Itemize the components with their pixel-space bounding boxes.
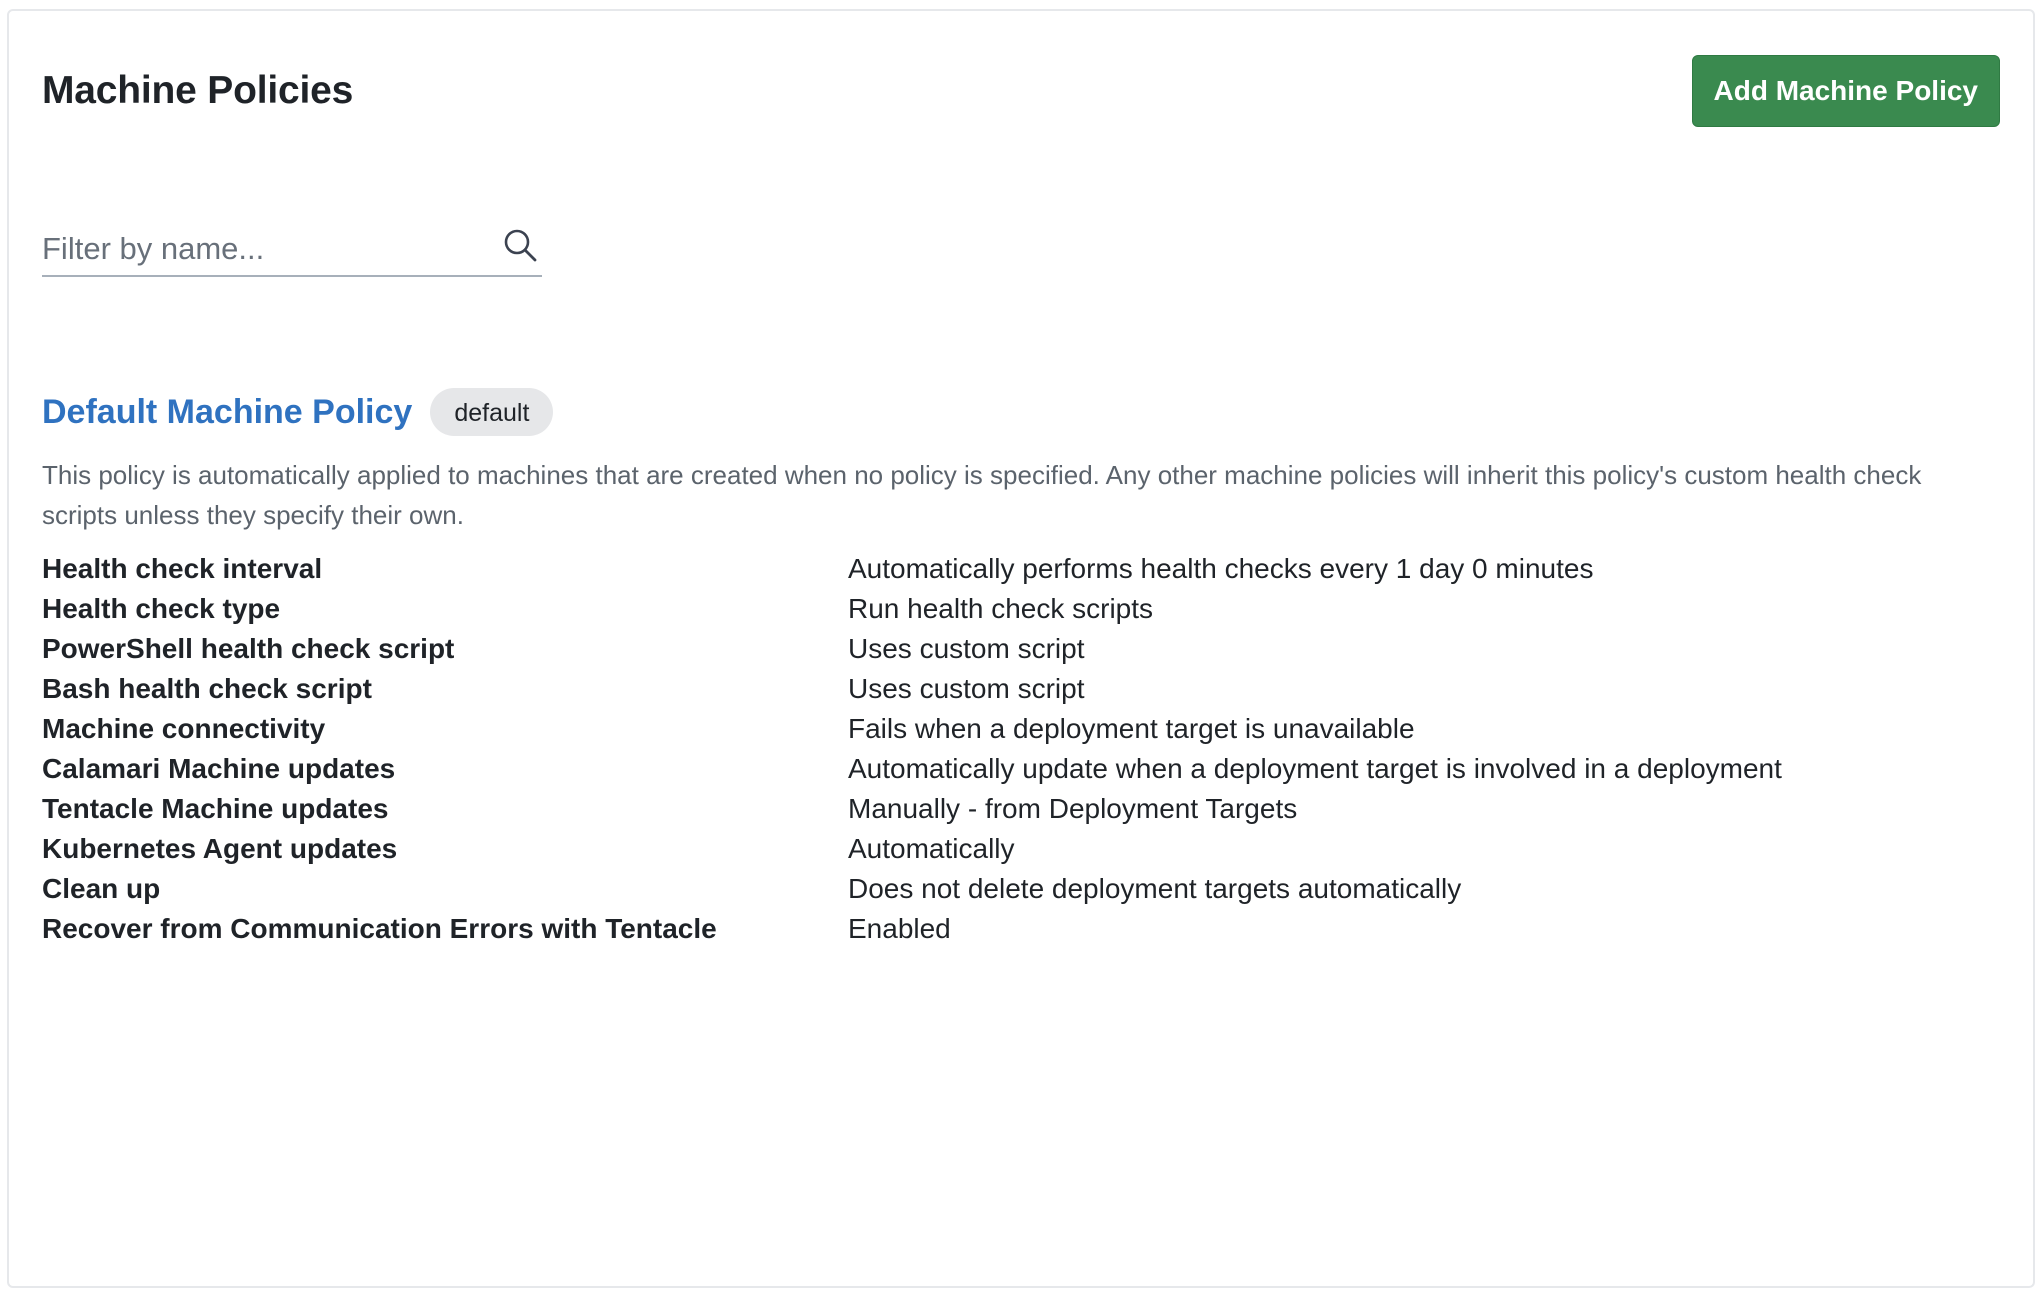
policy-description: This policy is automatically applied to …: [42, 460, 1922, 530]
filter-input[interactable]: [42, 215, 500, 275]
policy-card: Default Machine Policy default This poli…: [42, 385, 1993, 949]
detail-label: Kubernetes Agent updates: [42, 833, 398, 864]
detail-value: Run health check scripts: [848, 593, 1154, 624]
search-icon[interactable]: [500, 225, 540, 265]
detail-value: Uses custom script: [848, 633, 1085, 664]
page-title: Machine Policies: [42, 69, 354, 112]
detail-label: Recover from Communication Errors with T…: [42, 913, 717, 944]
policy-header: Default Machine Policy default: [42, 385, 1993, 439]
detail-label: Health check interval: [42, 553, 323, 584]
detail-value: Manually - from Deployment Targets: [848, 793, 1298, 824]
filter-field: [42, 215, 542, 277]
detail-label: Bash health check script: [42, 673, 372, 704]
detail-label: Clean up: [42, 873, 161, 904]
detail-value: Automatically: [848, 833, 1015, 864]
policy-details: Health check interval Automatically perf…: [42, 549, 1993, 949]
detail-label: Health check type: [42, 593, 281, 624]
detail-label: Calamari Machine updates: [42, 753, 396, 784]
page-header: Machine Policies Add Machine Policy: [42, 51, 2000, 131]
detail-label: PowerShell health check script: [42, 633, 455, 664]
add-machine-policy-button[interactable]: Add Machine Policy: [1691, 55, 2000, 127]
detail-value: Fails when a deployment target is unavai…: [848, 713, 1415, 744]
detail-value: Uses custom script: [848, 673, 1085, 704]
detail-value: Automatically performs health checks eve…: [848, 553, 1594, 584]
detail-value: Automatically update when a deployment t…: [848, 753, 1782, 784]
default-badge: default: [430, 388, 554, 436]
detail-value: Does not delete deployment targets autom…: [848, 873, 1462, 904]
detail-value: Enabled: [848, 913, 951, 944]
detail-label: Machine connectivity: [42, 713, 326, 744]
page-container: Machine Policies Add Machine Policy Defa…: [7, 9, 2035, 1288]
detail-label: Tentacle Machine updates: [42, 793, 389, 824]
policy-name-link[interactable]: Default Machine Policy: [42, 393, 412, 432]
